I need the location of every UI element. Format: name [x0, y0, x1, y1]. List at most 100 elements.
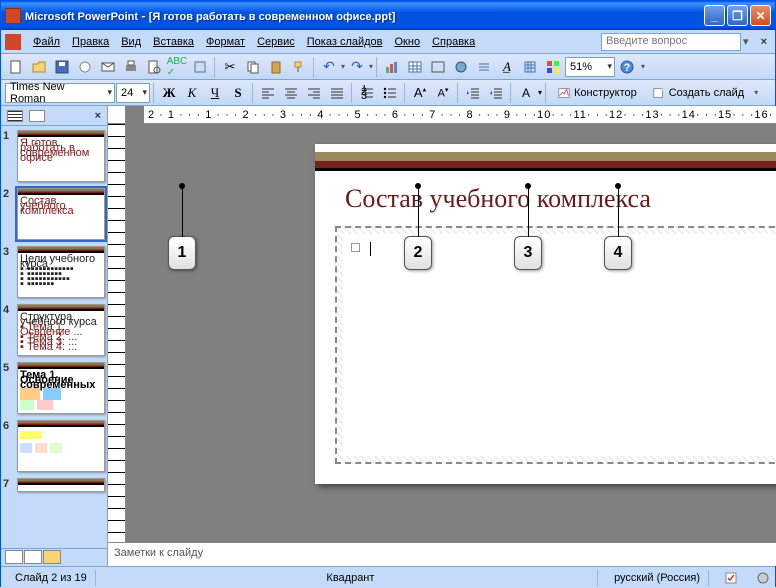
thumb-number: 1: [3, 130, 13, 142]
email-icon[interactable]: [97, 56, 119, 78]
toolbar2-options-icon[interactable]: ▾: [752, 88, 760, 97]
undo-dropdown-icon[interactable]: ▾: [341, 62, 345, 71]
menu-window[interactable]: Окно: [389, 34, 427, 50]
distributed-icon[interactable]: [326, 82, 348, 104]
menu-help[interactable]: Справка: [426, 34, 481, 50]
slide-canvas[interactable]: Состав учебного комплекса 1 2 3 4: [126, 124, 776, 542]
slides-tab-icon[interactable]: [29, 110, 45, 122]
thumbnail[interactable]: Состав учебного комплекса: [17, 188, 105, 240]
thumbnail[interactable]: Я готов работать всовременном офисе: [17, 130, 105, 182]
notes-pane[interactable]: Заметки к слайду: [108, 542, 776, 566]
chart-icon[interactable]: [381, 56, 403, 78]
menu-edit[interactable]: Правка: [66, 34, 115, 50]
thumbnail[interactable]: Структура учебного курса▪ Тема 1. Освоен…: [17, 304, 105, 356]
new-slide-button[interactable]: Создать слайд: [645, 82, 751, 104]
window-title: Microsoft PowerPoint - [Я готов работать…: [25, 9, 704, 23]
menu-tools[interactable]: Сервис: [251, 34, 301, 50]
title-bar: Microsoft PowerPoint - [Я готов работать…: [1, 1, 775, 30]
toolbar-options-icon[interactable]: ▾: [639, 62, 647, 71]
increase-indent-icon[interactable]: [485, 82, 507, 104]
help-dropdown-icon[interactable]: ▾: [741, 35, 751, 48]
help-icon[interactable]: ?: [616, 56, 638, 78]
undo-icon[interactable]: ↶: [318, 56, 340, 78]
cut-icon[interactable]: ✂: [219, 56, 241, 78]
permission-icon[interactable]: [74, 56, 96, 78]
thumbnail[interactable]: Цели учебного курса▪ ▪▪▪▪▪▪▪▪▪▪▪▪▪ ▪▪▪▪▪…: [17, 246, 105, 298]
slideshow-view-icon[interactable]: [43, 550, 61, 564]
close-button[interactable]: ✕: [750, 5, 771, 26]
menu-file[interactable]: Файл: [27, 34, 66, 50]
callout-4: 4: [604, 236, 632, 270]
paste-icon[interactable]: [265, 56, 287, 78]
format-painter-icon[interactable]: [288, 56, 310, 78]
copy-icon[interactable]: [242, 56, 264, 78]
preview-icon[interactable]: [143, 56, 165, 78]
open-icon[interactable]: [28, 56, 50, 78]
status-security-icon[interactable]: [757, 572, 769, 584]
vertical-ruler[interactable]: [108, 124, 126, 542]
design-button[interactable]: Конструктор: [550, 82, 644, 104]
print-icon[interactable]: [120, 56, 142, 78]
align-center-icon[interactable]: [280, 82, 302, 104]
redo-dropdown-icon[interactable]: ▾: [369, 62, 373, 71]
hyperlink-icon[interactable]: [450, 56, 472, 78]
thumb-number: 6: [3, 420, 13, 432]
new-icon[interactable]: [5, 56, 27, 78]
expand-icon[interactable]: [473, 56, 495, 78]
horizontal-ruler[interactable]: 2 · 1 · · · 1 · · · 2 · · · 3 · · · 4 · …: [144, 106, 776, 124]
align-right-icon[interactable]: [303, 82, 325, 104]
grid-icon[interactable]: [519, 56, 541, 78]
status-spell-icon[interactable]: [717, 570, 749, 586]
thumb-number: 5: [3, 362, 13, 374]
font-name-combo[interactable]: Times New Roman: [5, 83, 115, 103]
status-bar: Слайд 2 из 19 Квадрант русский (Россия): [1, 566, 775, 588]
thumbnail-list[interactable]: 1Я готов работать всовременном офисе 2Со…: [1, 126, 107, 548]
normal-view-icon[interactable]: [5, 550, 23, 564]
align-left-icon[interactable]: [257, 82, 279, 104]
font-size-combo[interactable]: 24: [116, 83, 150, 103]
save-icon[interactable]: [51, 56, 73, 78]
tables-borders-icon[interactable]: [427, 56, 449, 78]
slide-title[interactable]: Состав учебного комплекса: [345, 184, 651, 214]
underline-button[interactable]: Ч: [204, 82, 226, 104]
document-icon: [5, 34, 21, 50]
show-formatting-icon[interactable]: A̲: [496, 56, 518, 78]
slide-body-placeholder[interactable]: [335, 226, 776, 464]
menu-insert[interactable]: Вставка: [147, 34, 200, 50]
doc-close-button[interactable]: ×: [757, 36, 771, 48]
help-search-input[interactable]: Введите вопрос: [601, 33, 741, 51]
bullets-icon[interactable]: [379, 82, 401, 104]
callout-1: 1: [168, 236, 196, 270]
minimize-button[interactable]: _: [704, 5, 725, 26]
spelling-icon[interactable]: ABC✓: [166, 56, 188, 78]
thumbnail[interactable]: [17, 478, 105, 492]
zoom-combo[interactable]: 51%: [565, 57, 615, 77]
menu-view[interactable]: Вид: [115, 34, 147, 50]
status-template: Квадрант: [104, 570, 598, 586]
decrease-indent-icon[interactable]: [462, 82, 484, 104]
font-color-icon[interactable]: A: [515, 82, 537, 104]
thumbpane-close-icon[interactable]: ×: [95, 110, 101, 122]
bold-button[interactable]: Ж: [158, 82, 180, 104]
decrease-font-icon[interactable]: A▾: [432, 82, 454, 104]
callout-3: 3: [514, 236, 542, 270]
font-color-dropdown-icon[interactable]: ▾: [538, 88, 542, 97]
research-icon[interactable]: [189, 56, 211, 78]
numbering-icon[interactable]: 123: [356, 82, 378, 104]
color-icon[interactable]: [542, 56, 564, 78]
outline-tab-icon[interactable]: [7, 110, 23, 122]
italic-button[interactable]: К: [181, 82, 203, 104]
maximize-button[interactable]: ❐: [727, 5, 748, 26]
thumbnail[interactable]: [17, 420, 105, 472]
sorter-view-icon[interactable]: [24, 550, 42, 564]
redo-icon[interactable]: ↷: [346, 56, 368, 78]
thumbnail[interactable]: Тема 1. Освоение современных: [17, 362, 105, 414]
increase-font-icon[interactable]: A▴: [409, 82, 431, 104]
status-slide: Слайд 2 из 19: [7, 570, 96, 586]
thumb-number: 4: [3, 304, 13, 316]
menu-format[interactable]: Формат: [200, 34, 251, 50]
table-icon[interactable]: [404, 56, 426, 78]
shadow-button[interactable]: S: [227, 82, 249, 104]
slide[interactable]: Состав учебного комплекса: [315, 144, 776, 484]
menu-slideshow[interactable]: Показ слайдов: [301, 34, 389, 50]
